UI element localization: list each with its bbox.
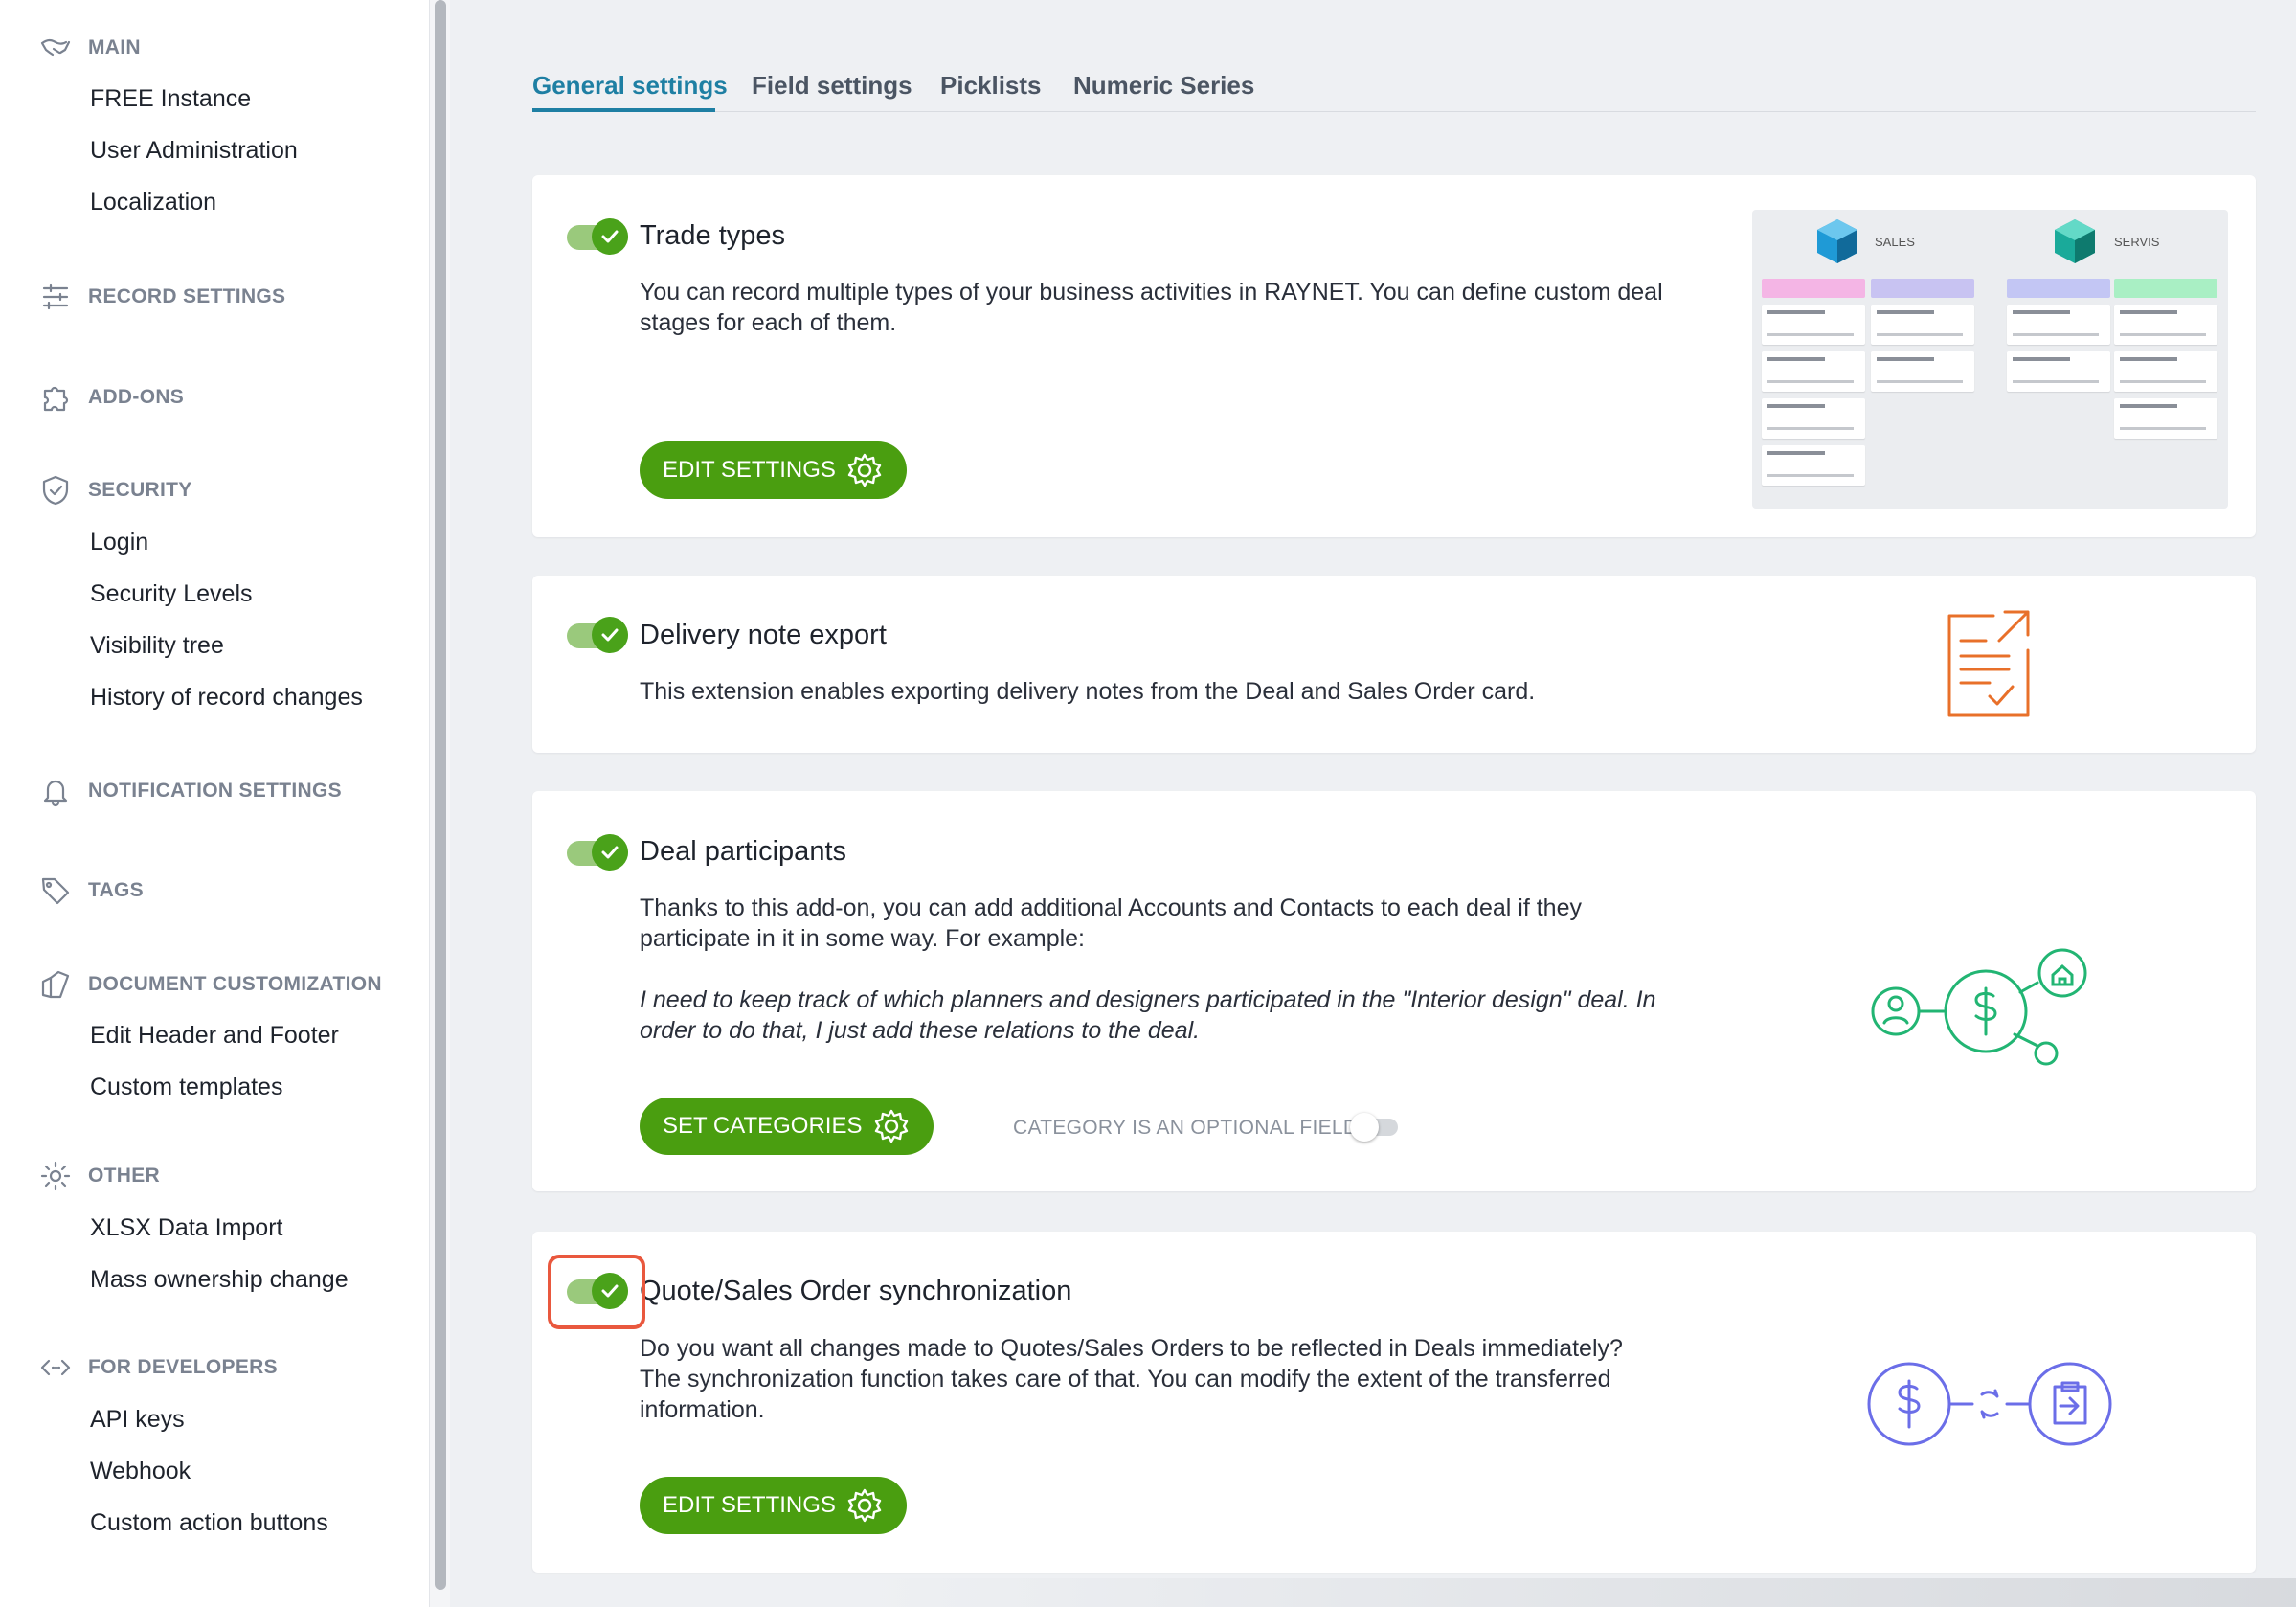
tab-field-settings[interactable]: Field settings [752, 71, 912, 101]
trade-types-toggle[interactable] [567, 218, 632, 255]
trade-types-preview-image: SALES SERVIS [1752, 210, 2228, 509]
gear-icon [36, 1157, 75, 1195]
sync-icon [1867, 1362, 2112, 1446]
sidebar-section-title: OTHER [88, 1165, 160, 1187]
sidebar-item-api-keys[interactable]: API keys [90, 1406, 185, 1434]
tab-picklists[interactable]: Picklists [940, 71, 1042, 101]
card-quote-sales-order-sync: Quote/Sales Order synchronization Do you… [532, 1232, 2256, 1573]
sidebar-section-record-settings[interactable]: RECORD SETTINGS [36, 278, 285, 316]
preview-column [2114, 279, 2217, 439]
gear-icon [847, 453, 882, 487]
sidebar-section-title: ADD-ONS [88, 386, 185, 408]
sidebar-section-title: NOTIFICATION SETTINGS [88, 780, 342, 802]
sidebar-section-title: MAIN [88, 36, 141, 58]
card-deal-participants: Deal participants Thanks to this add-on,… [532, 791, 2256, 1191]
preview-label-sales: SALES [1875, 235, 1915, 249]
sidebar-item-mass-ownership-change[interactable]: Mass ownership change [90, 1266, 349, 1294]
bell-icon [36, 772, 75, 810]
tab-general-settings[interactable]: General settings [532, 71, 728, 101]
tab-numeric-series[interactable]: Numeric Series [1073, 71, 1254, 101]
card-description: Thanks to this add-on, you can add addit… [640, 894, 1582, 952]
check-icon [592, 617, 628, 653]
cube-icon [1817, 219, 1857, 263]
shield-icon [36, 471, 75, 509]
card-example-text: I need to keep track of which planners a… [640, 986, 1656, 1044]
sidebar-section-notification-settings[interactable]: NOTIFICATION SETTINGS [36, 772, 342, 810]
sidebar-item-webhook[interactable]: Webhook [90, 1458, 191, 1485]
puzzle-icon [36, 378, 75, 417]
sidebar-item-visibility-tree[interactable]: Visibility tree [90, 632, 224, 660]
button-label: SET CATEGORIES [663, 1113, 863, 1139]
gear-icon [847, 1488, 882, 1523]
participants-network-icon [1871, 948, 2087, 1066]
tag-icon [36, 871, 75, 910]
button-label: EDIT SETTINGS [663, 1492, 836, 1518]
active-tab-indicator [532, 108, 715, 112]
preview-column [2007, 279, 2110, 392]
card-delivery-note-export: Delivery note export This extension enab… [532, 576, 2256, 753]
check-icon [592, 218, 628, 255]
card-title: Delivery note export [640, 620, 887, 650]
sidebar-item-user-administration[interactable]: User Administration [90, 137, 298, 165]
sidebar-section-other[interactable]: OTHER [36, 1157, 160, 1195]
quote-sync-toggle[interactable] [567, 1273, 632, 1309]
card-trade-types: Trade types You can record multiple type… [532, 175, 2256, 537]
bottom-shadow [862, 1578, 2296, 1607]
sidebar-section-tags[interactable]: TAGS [36, 871, 144, 910]
preview-label-servis: SERVIS [2114, 235, 2160, 249]
card-description: Do you want all changes made to Quotes/S… [640, 1335, 1623, 1423]
check-icon [592, 1273, 628, 1309]
edit-settings-button[interactable]: EDIT SETTINGS [640, 1477, 907, 1534]
sidebar-item-free-instance[interactable]: FREE Instance [90, 85, 251, 113]
documents-icon [36, 965, 75, 1004]
sidebar-section-title: DOCUMENT CUSTOMIZATION [88, 973, 382, 995]
edit-settings-button[interactable]: EDIT SETTINGS [640, 441, 907, 499]
sidebar-section-title: RECORD SETTINGS [88, 285, 286, 307]
sidebar-section-security[interactable]: SECURITY [36, 471, 192, 509]
card-title: Quote/Sales Order synchronization [640, 1276, 1072, 1306]
sidebar-section-title: TAGS [88, 879, 144, 901]
sidebar-item-custom-templates[interactable]: Custom templates [90, 1074, 282, 1101]
sidebar-item-localization[interactable]: Localization [90, 189, 216, 216]
sidebar-scrollbar-thumb[interactable] [435, 0, 446, 1590]
sidebar-item-edit-header-footer[interactable]: Edit Header and Footer [90, 1022, 339, 1050]
sidebar-item-security-levels[interactable]: Security Levels [90, 580, 253, 608]
card-title: Deal participants [640, 836, 846, 867]
sidebar: MAIN FREE Instance User Administration L… [0, 0, 429, 1607]
preview-column [1871, 279, 1974, 392]
card-title: Trade types [640, 220, 786, 251]
sidebar-item-custom-action-buttons[interactable]: Custom action buttons [90, 1509, 328, 1537]
code-icon [36, 1348, 75, 1387]
preview-column [1762, 279, 1865, 486]
sidebar-item-history-of-record-changes[interactable]: History of record changes [90, 684, 363, 712]
sidebar-item-login[interactable]: Login [90, 529, 148, 556]
button-label: EDIT SETTINGS [663, 457, 836, 483]
sidebar-section-document-customization[interactable]: DOCUMENT CUSTOMIZATION [36, 965, 382, 1004]
sidebar-section-title: FOR DEVELOPERS [88, 1356, 278, 1378]
deal-participants-toggle[interactable] [567, 834, 632, 871]
document-export-icon [1947, 610, 2030, 717]
handshake-icon [36, 29, 75, 67]
cube-icon [2055, 219, 2095, 263]
tabs-divider [532, 111, 2256, 112]
optional-field-label: CATEGORY IS AN OPTIONAL FIELD [1013, 1117, 1359, 1139]
set-categories-button[interactable]: SET CATEGORIES [640, 1098, 934, 1155]
check-icon [592, 834, 628, 871]
gear-icon [874, 1109, 908, 1143]
sidebar-item-xlsx-import[interactable]: XLSX Data Import [90, 1214, 282, 1242]
sliders-icon [36, 278, 75, 316]
sidebar-section-add-ons[interactable]: ADD-ONS [36, 378, 184, 417]
card-description: This extension enables exporting deliver… [640, 678, 1536, 705]
delivery-note-toggle[interactable] [567, 617, 632, 653]
optional-field-toggle[interactable] [1350, 1113, 1400, 1142]
sidebar-section-main[interactable]: MAIN [36, 29, 141, 67]
sidebar-section-title: SECURITY [88, 479, 192, 501]
card-description: You can record multiple types of your bu… [640, 279, 1663, 336]
sidebar-section-for-developers[interactable]: FOR DEVELOPERS [36, 1348, 278, 1387]
